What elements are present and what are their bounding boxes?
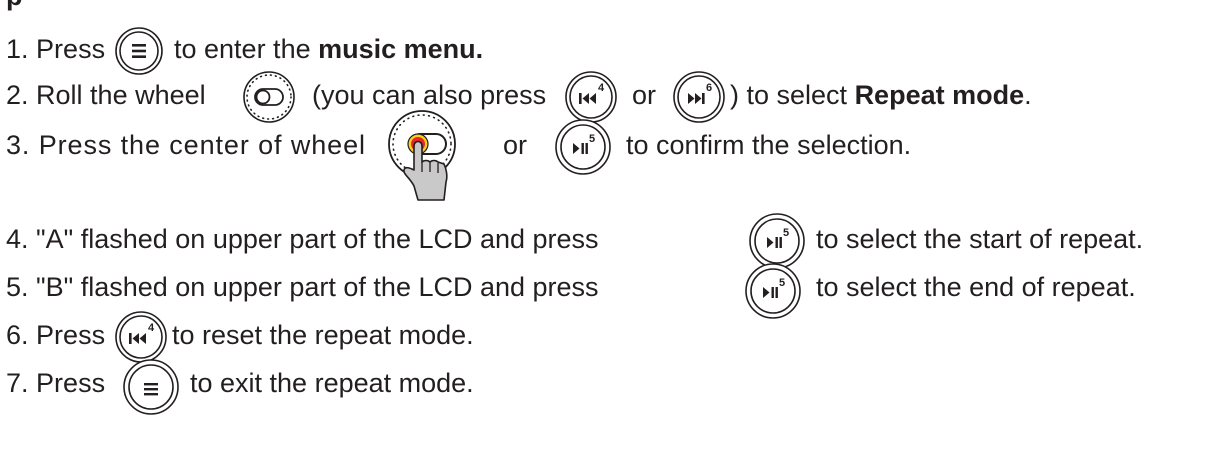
key-number: 5 [589,133,595,145]
step-text: to enter the [174,34,311,64]
step-text: "B" flashed on upper part of the LCD and… [36,272,599,302]
previous-track-icon: 4 [565,71,617,123]
step-bold-text: Repeat mode [854,80,1025,110]
step-5-text: 5. "B" flashed on upper part of the LCD … [6,274,599,301]
scroll-wheel-pressed [388,108,468,214]
pointing-hand-icon [388,110,456,201]
step-number: 5. [6,272,29,302]
step-text: ) to select [730,80,848,110]
step-2-text-mid1: (you can also press [312,82,546,109]
step-text: Press the center of wheel [38,130,366,160]
previous-track-icon: 4 [115,311,167,363]
menu-button [122,358,180,416]
instruction-page: p 1. Press to enter the music menu. 2. R… [0,0,1221,454]
menu-icon [115,27,163,75]
key-number: 5 [779,277,785,289]
menu-icon [123,359,179,415]
menu-button [114,26,164,76]
step-2-text-mid2: or [632,82,656,109]
step-text: "A" flashed on upper part of the LCD and… [36,224,599,254]
step-3-text-mid: or [503,132,527,159]
step-text: to reset the repeat mode. [172,320,474,350]
step-7-text: 7. Press [6,370,105,397]
key-number: 4 [148,322,155,334]
step-text: Roll the wheel [36,80,206,110]
prev-track-button: 4 [564,70,618,124]
step-text: Press [36,368,106,398]
step-text: to select the end of repeat. [816,272,1136,302]
step-3-text-end: to confirm the selection. [626,132,911,159]
step-4-text: 4. "A" flashed on upper part of the LCD … [6,226,599,253]
key-number: 5 [783,227,789,239]
play-pause-button: 5 [554,118,612,176]
scroll-wheel-icon [243,71,295,123]
step-7-text-end: to exit the repeat mode. [190,370,474,397]
step-text: Press [36,320,106,350]
step-2-text-end: ) to select Repeat mode. [730,82,1032,109]
step-bold-text: music menu. [318,34,484,64]
step-text: or [503,130,528,160]
key-number: 6 [706,82,712,94]
step-text: (you can also press [312,80,547,110]
step-number: 2. [6,80,29,110]
step-2-text: 2. Roll the wheel [6,82,206,109]
step-text: Press [36,34,106,64]
step-5-text-end: to select the end of repeat. [816,274,1136,301]
next-track-icon: 6 [673,71,725,123]
next-track-button: 6 [672,70,726,124]
step-number: 4. [6,224,29,254]
step-text: to confirm the selection. [626,130,912,160]
play-pause-icon: 5 [745,263,801,319]
step-number: 3. [6,130,31,160]
step-text: to exit the repeat mode. [190,368,474,398]
step-3-text: 3. Press the center of wheel [6,132,366,159]
key-number: 4 [598,82,605,94]
scroll-wheel [242,70,296,124]
step-1-text-end: to enter the music menu. [174,36,483,63]
play-pause-button: 5 [744,262,802,320]
step-text: . [1024,80,1032,110]
step-6-text-end: to reset the repeat mode. [172,322,474,349]
step-6-text: 6. Press [6,322,105,349]
step-number: 7. [6,368,29,398]
play-pause-icon: 5 [555,119,611,175]
step-number: 1. [6,34,29,64]
section-heading-fragment: p [6,0,23,10]
step-text: or [632,80,657,110]
step-1-text: 1. Press [6,36,105,63]
prev-track-button: 4 [114,310,168,364]
step-number: 6. [6,320,29,350]
step-4-text-end: to select the start of repeat. [816,226,1143,253]
step-text: to select the start of repeat. [816,224,1144,254]
